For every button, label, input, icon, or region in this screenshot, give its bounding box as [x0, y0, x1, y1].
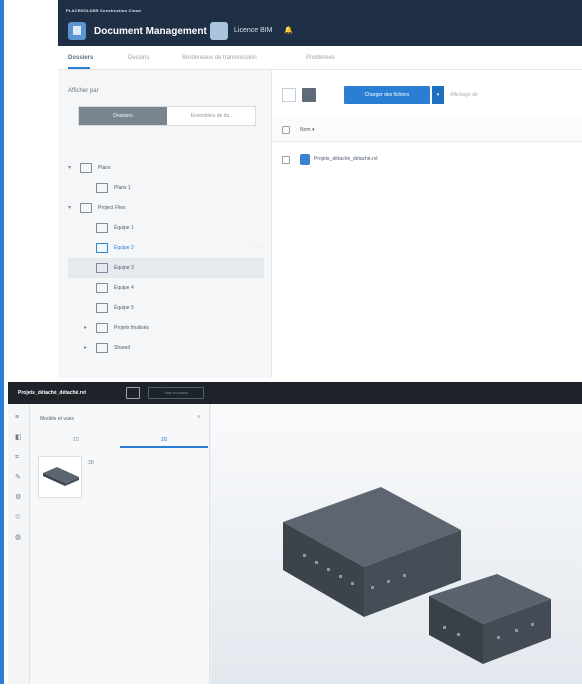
tab-transmittals[interactable]: Bordereaux de transmission	[182, 55, 257, 61]
tree-item-plans[interactable]: ▾ Plans	[68, 158, 264, 178]
tree-label: Plans	[98, 165, 111, 171]
tab-folders[interactable]: Dossiers	[68, 55, 93, 69]
viewer-title: Projets_détaché_détaché.rvt	[18, 390, 87, 396]
tree-item-team-2[interactable]: Équipe 2 ⋯	[68, 238, 264, 258]
display-label: Affichage de	[450, 92, 478, 98]
tab-drawings[interactable]: Dessins	[128, 55, 149, 61]
tree-label: Plans 1	[114, 185, 131, 191]
tree-label: Project Files	[98, 205, 126, 211]
brand-text: PLACEHOLDER Construction Cloud	[66, 8, 141, 13]
thumbnail-model-graphic	[43, 467, 79, 486]
tab-issues[interactable]: Problèmes	[306, 55, 335, 61]
model-browser-panel: Modèle et vues × 2D 3D 3D	[30, 404, 210, 684]
grid-view-button[interactable]	[302, 88, 316, 102]
project-icon	[210, 22, 228, 40]
tree-item-finalized[interactable]: ▸ Projets finalisés	[68, 318, 264, 338]
app-title-text: Document Management	[94, 26, 207, 37]
measure-icon[interactable]: ⌗	[15, 454, 23, 462]
file-row[interactable]: Projets_détaché_détaché.rvt	[272, 150, 582, 170]
bell-icon[interactable]: 🔔	[284, 26, 293, 34]
tree-label: Shared	[114, 345, 131, 351]
3d-scene[interactable]	[211, 404, 582, 684]
layers-icon[interactable]: ◧	[15, 434, 23, 442]
markup-icon[interactable]: ✎	[15, 474, 23, 482]
tree-item-team-1[interactable]: Équipe 1	[68, 218, 264, 238]
tree-item-team-4[interactable]: Équipe 4	[68, 278, 264, 298]
tree-label: Équipe 5	[114, 305, 134, 311]
app-title[interactable]: Document Management ⌄	[94, 26, 218, 37]
folder-icon	[80, 163, 92, 173]
model-thumbnail[interactable]	[38, 456, 82, 498]
list-view-button[interactable]	[282, 88, 296, 102]
more-icon[interactable]: ⋯	[255, 238, 260, 258]
segment-folders[interactable]: Dossiers	[79, 107, 167, 125]
thumbnail-label: 3D	[88, 460, 95, 466]
explode-icon[interactable]: ⟐	[15, 514, 23, 522]
folder-icon	[96, 303, 108, 313]
tree-label: Projets finalisés	[114, 325, 150, 331]
tab-2d[interactable]: 2D	[32, 432, 120, 448]
tab-3d[interactable]: 3D	[120, 432, 208, 448]
select-all-checkbox[interactable]	[282, 126, 290, 134]
tree-item-plans-1[interactable]: Plans 1	[68, 178, 264, 198]
tree-item-shared[interactable]: ▸ Shared	[68, 338, 264, 358]
tree-label: Équipe 3	[114, 265, 134, 271]
tabs: Dossiers Dessins Bordereaux de transmiss…	[58, 46, 582, 70]
view-segment: Dossiers Ensembles de do...	[78, 106, 256, 126]
segment-sets[interactable]: Ensembles de do...	[169, 107, 255, 125]
chevron-right-icon[interactable]: ▸	[84, 338, 87, 358]
page-frame: PLACEHOLDER Construction Cloud Document …	[0, 0, 582, 684]
viewer-bar: Projets_détaché_détaché.rvt Vue en cours	[8, 382, 582, 404]
tree-item-team-5[interactable]: Équipe 5	[68, 298, 264, 318]
menu-icon[interactable]: ≡	[15, 414, 23, 422]
folder-icon	[96, 263, 108, 273]
tree-label: Équipe 2	[114, 245, 134, 251]
document-management-icon	[68, 22, 86, 40]
tree-label: Équipe 4	[114, 285, 134, 291]
model-viewer-screen: Projets_détaché_détaché.rvt Vue en cours…	[8, 382, 582, 684]
folder-icon	[96, 223, 108, 233]
upload-files-button[interactable]: Charger des fichiers	[344, 86, 430, 104]
chevron-right-icon[interactable]: ▸	[84, 318, 87, 338]
panel-title: Modèle et vues	[40, 416, 74, 422]
file-name[interactable]: Projets_détaché_détaché.rvt	[314, 156, 378, 162]
folder-icon	[96, 243, 108, 253]
folder-panel: Afficher par Dossiers Ensembles de do...…	[58, 70, 272, 378]
file-list-panel: Charger des fichiers ▾ Affichage de Nom …	[272, 70, 582, 378]
close-icon[interactable]: ×	[197, 414, 201, 421]
folder-icon	[96, 283, 108, 293]
settings-icon[interactable]: ⚙	[15, 494, 23, 502]
file-checkbox[interactable]	[282, 156, 290, 164]
viewer-tool-button[interactable]	[126, 387, 140, 399]
folder-icon	[96, 343, 108, 353]
show-by-label: Afficher par	[68, 88, 99, 94]
viewer-view-button[interactable]: Vue en cours	[148, 387, 204, 399]
folder-icon	[96, 183, 108, 193]
tree-item-project-files[interactable]: ▾ Project Files	[68, 198, 264, 218]
list-header: Nom ▾	[272, 118, 582, 142]
chevron-down-icon[interactable]: ▾	[68, 198, 71, 218]
revit-file-icon	[300, 154, 310, 165]
tree-item-team-3[interactable]: Équipe 3	[68, 258, 264, 278]
upload-dropdown-button[interactable]: ▾	[432, 86, 444, 104]
column-name[interactable]: Nom ▾	[300, 127, 314, 133]
project-label[interactable]: Licence BIM	[234, 27, 273, 34]
properties-icon[interactable]: ◍	[15, 534, 23, 542]
3d-model	[283, 487, 551, 664]
document-management-screen: PLACEHOLDER Construction Cloud Document …	[58, 0, 582, 378]
folder-icon	[80, 203, 92, 213]
top-bar: PLACEHOLDER Construction Cloud Document …	[58, 0, 582, 46]
side-toolbar: ≡ ◧ ⌗ ✎ ⚙ ⟐ ◍	[8, 404, 30, 684]
folder-icon	[96, 323, 108, 333]
chevron-down-icon[interactable]: ▾	[68, 158, 71, 178]
tree-label: Équipe 1	[114, 225, 134, 231]
